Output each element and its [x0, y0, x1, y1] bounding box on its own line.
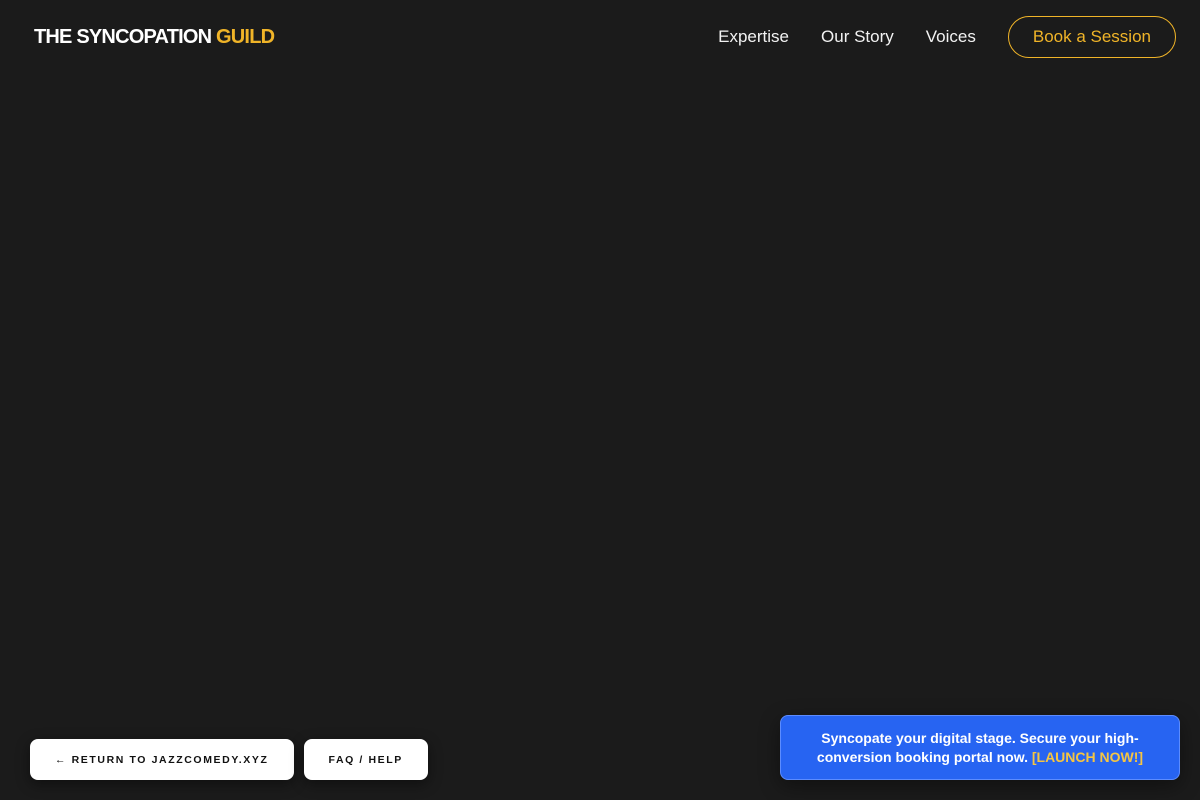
nav-link-our-story[interactable]: Our Story [821, 27, 894, 47]
promo-text: Syncopate your digital stage. Secure you… [809, 729, 1151, 767]
return-to-site-button[interactable]: ← RETURN TO JAZZCOMEDY.XYZ [30, 739, 294, 780]
nav-link-voices[interactable]: Voices [926, 27, 976, 47]
launch-now-link[interactable]: [LAUNCH NOW!] [1032, 749, 1143, 765]
logo-accent-text: GUILD [216, 25, 275, 48]
logo-text: THE SYNCOPATION [34, 25, 217, 48]
book-session-button[interactable]: Book a Session [1007, 16, 1176, 58]
page: THE SYNCOPATION GUILD Expertise Our Stor… [0, 0, 1200, 800]
site-logo[interactable]: THE SYNCOPATION GUILD [34, 25, 275, 49]
nav-link-expertise[interactable]: Expertise [718, 27, 789, 47]
footer-buttons: ← RETURN TO JAZZCOMEDY.XYZ FAQ / HELP [30, 739, 428, 780]
faq-help-button[interactable]: FAQ / HELP [303, 739, 428, 780]
promo-banner[interactable]: Syncopate your digital stage. Secure you… [780, 715, 1180, 780]
main-nav: Expertise Our Story Voices Book a Sessio… [718, 16, 1176, 58]
site-header: THE SYNCOPATION GUILD Expertise Our Stor… [0, 0, 1200, 74]
